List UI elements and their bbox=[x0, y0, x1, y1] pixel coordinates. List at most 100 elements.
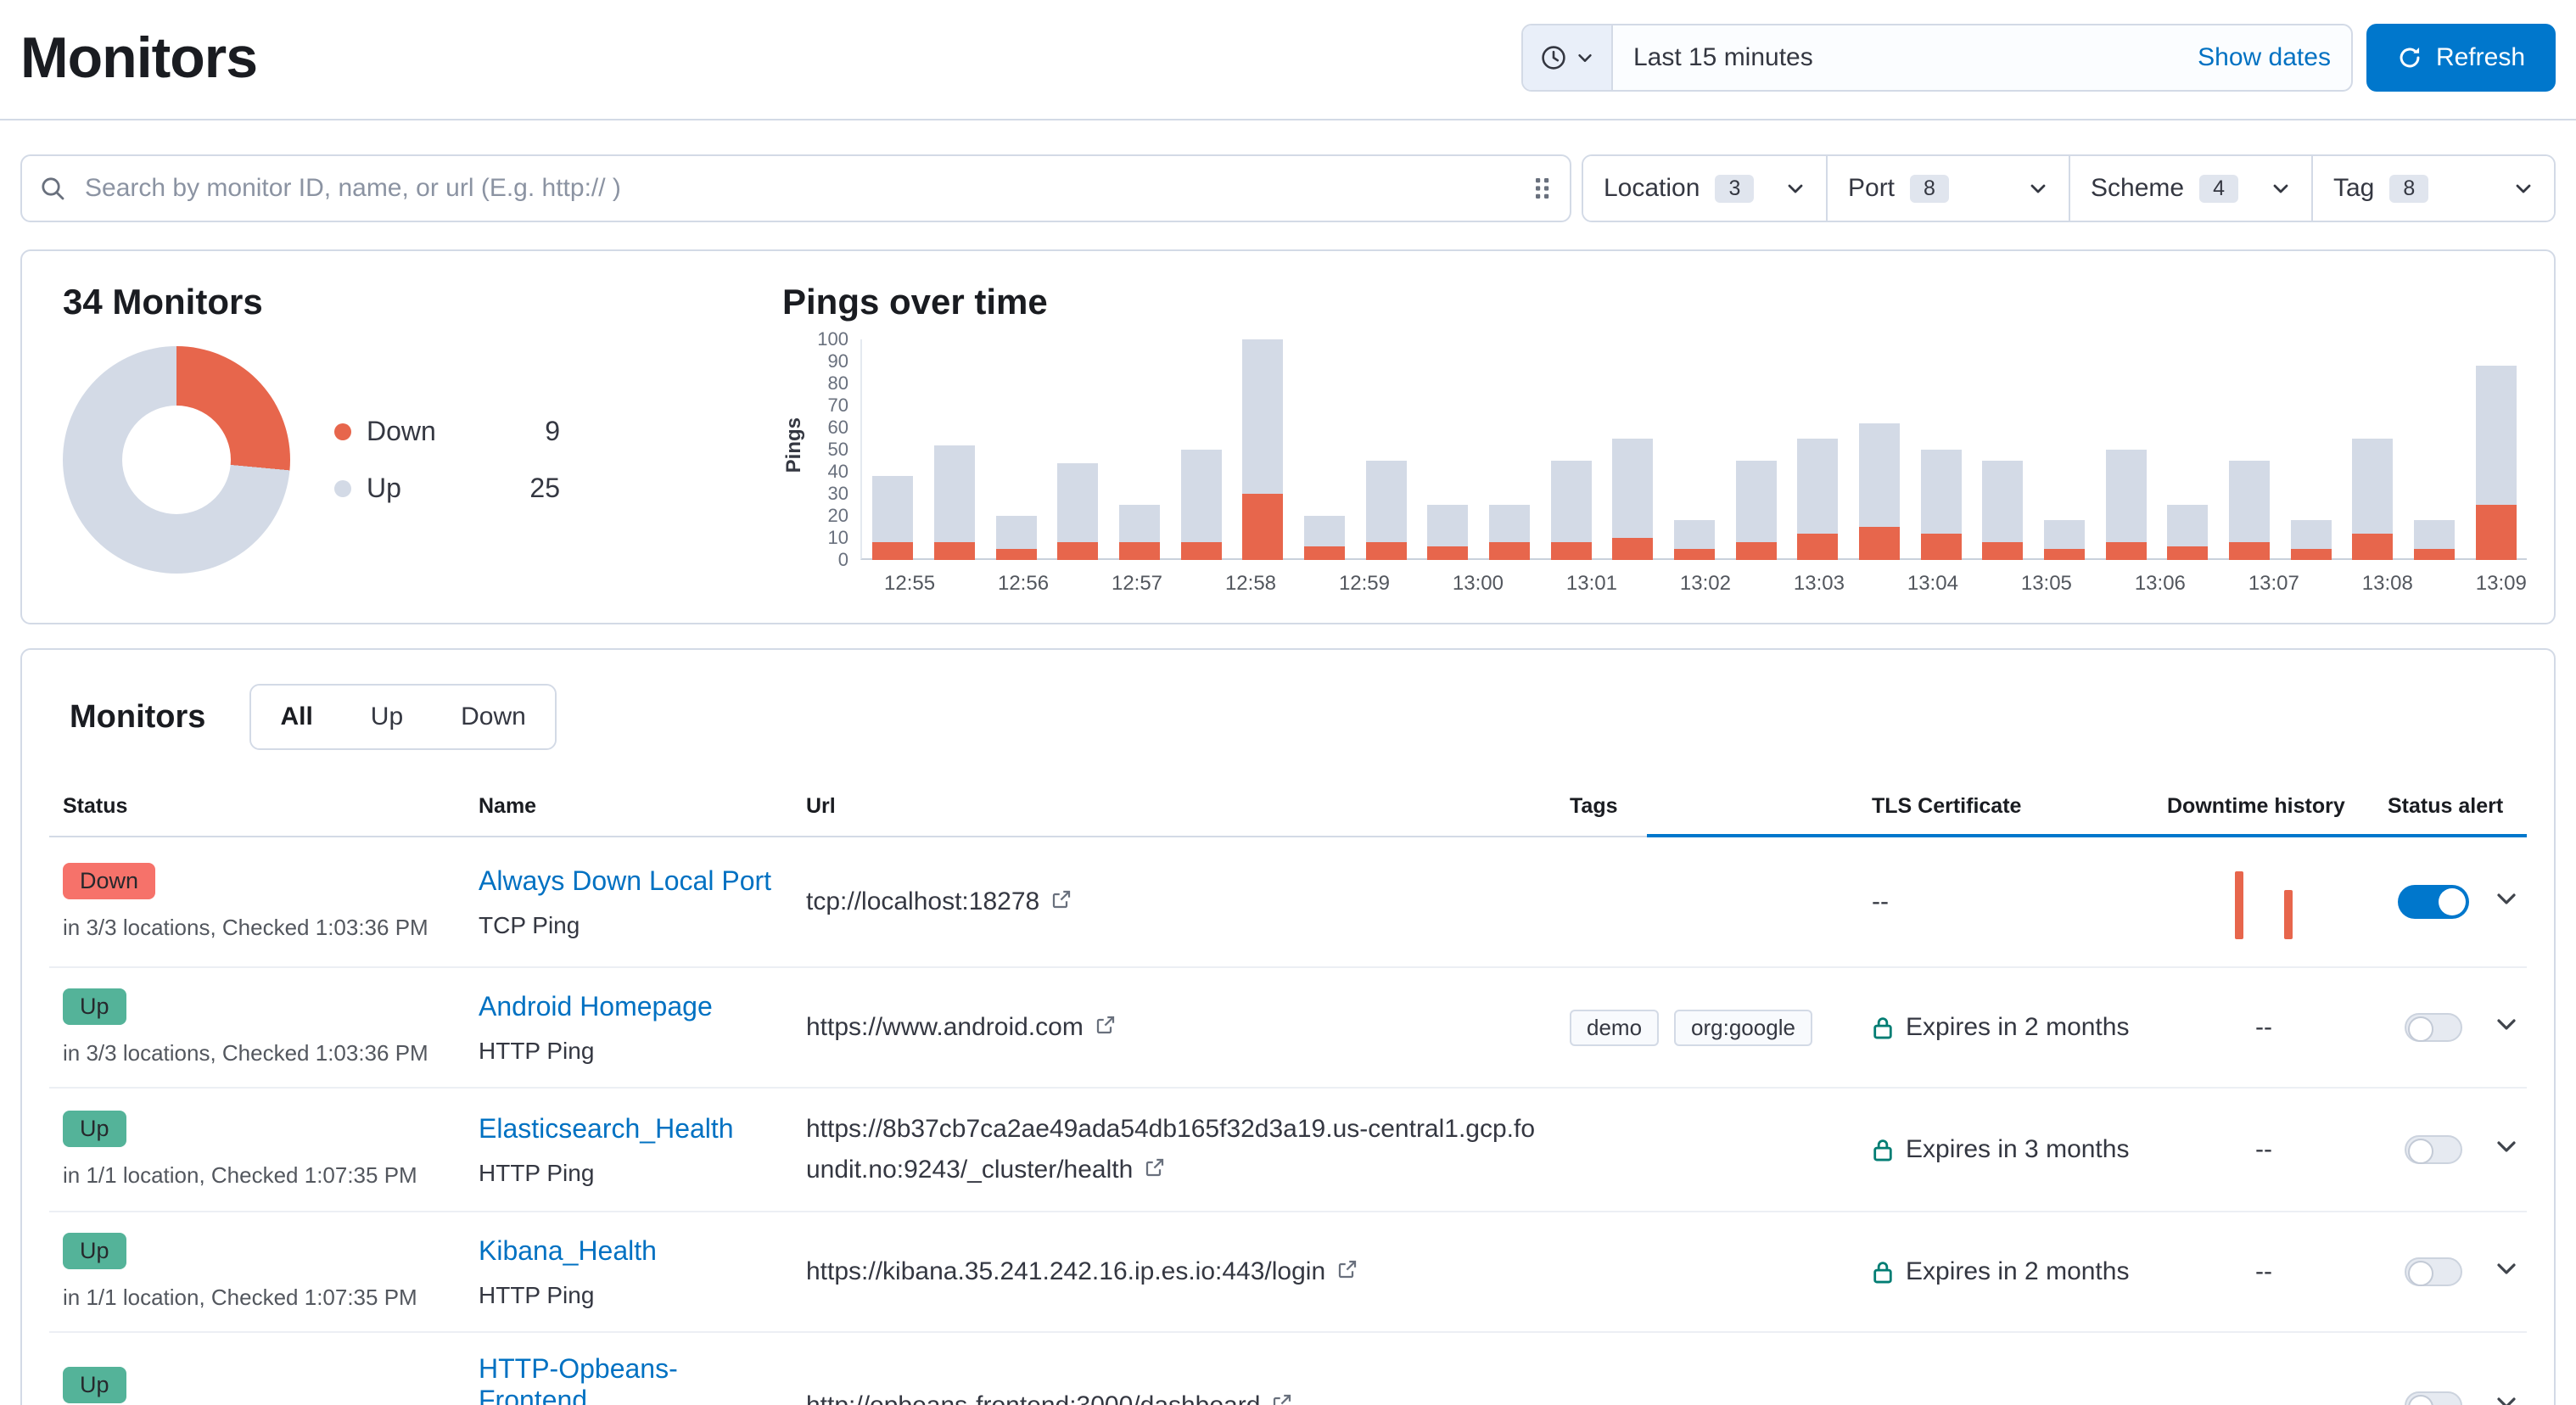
header-accent-line bbox=[1647, 834, 2527, 837]
ping-bar bbox=[2291, 520, 2332, 560]
tls-expiry: Expires in 2 months bbox=[1906, 1013, 2129, 1042]
expand-row-chevron-icon[interactable] bbox=[2493, 885, 2520, 912]
status-tab-up[interactable]: Up bbox=[342, 686, 432, 748]
column-header-status[interactable]: Status bbox=[49, 777, 465, 836]
legend-value: 9 bbox=[502, 416, 560, 447]
legend-dot bbox=[334, 480, 351, 497]
url-cell: https://kibana.35.241.242.16.ip.es.io:44… bbox=[792, 1231, 1556, 1313]
legend-item-down[interactable]: Down9 bbox=[334, 416, 560, 447]
status-alert-toggle[interactable] bbox=[2405, 1135, 2462, 1164]
status-alert-toggle[interactable] bbox=[2398, 885, 2469, 919]
filter-group: Location3 Port 8 Scheme 4 Tag8 bbox=[1582, 154, 2556, 222]
tags-cell: demo org:google bbox=[1556, 989, 1858, 1066]
monitor-type: HTTP Ping bbox=[479, 1038, 779, 1065]
column-header-downtime[interactable]: Downtime history bbox=[2153, 777, 2374, 836]
status-badge: Up bbox=[63, 1111, 126, 1147]
tags-cell bbox=[1556, 1385, 1858, 1405]
clock-icon bbox=[1540, 44, 1567, 71]
y-tick-label: 30 bbox=[828, 483, 848, 505]
expand-row-chevron-icon[interactable] bbox=[2493, 1010, 2520, 1038]
external-link-icon[interactable] bbox=[1095, 1007, 1116, 1048]
search-input[interactable] bbox=[81, 172, 1517, 204]
external-link-icon[interactable] bbox=[1272, 1385, 1292, 1405]
table-header-row: Status Name Url Tags TLS Certificate Dow… bbox=[49, 777, 2527, 837]
filter-label: Scheme bbox=[2091, 174, 2184, 203]
monitor-type: HTTP Ping bbox=[479, 1160, 779, 1187]
y-tick-label: 50 bbox=[828, 439, 848, 461]
status-alert-toggle[interactable] bbox=[2405, 1391, 2462, 1405]
monitor-name-link[interactable]: Kibana_Health bbox=[479, 1235, 657, 1267]
column-header-url[interactable]: Url bbox=[792, 777, 1556, 836]
show-dates-link[interactable]: Show dates bbox=[2177, 43, 2351, 72]
ping-bar bbox=[1674, 520, 1715, 560]
time-range-value[interactable]: Last 15 minutes bbox=[1613, 43, 2177, 72]
filter-button-tag[interactable]: Tag8 bbox=[2311, 156, 2554, 221]
filter-button-scheme[interactable]: Scheme 4 bbox=[2069, 156, 2311, 221]
filter-label: Port bbox=[1848, 174, 1895, 203]
monitor-url: https://www.android.com bbox=[806, 1013, 1084, 1041]
external-link-icon[interactable] bbox=[1337, 1251, 1358, 1292]
expand-row-chevron-icon[interactable] bbox=[2493, 1255, 2520, 1282]
monitors-table-title: Monitors bbox=[70, 699, 205, 736]
filter-count-badge: 4 bbox=[2199, 175, 2238, 203]
x-axis-ticks: 12:5512:5612:5712:5812:5913:0013:0113:02… bbox=[860, 560, 2527, 596]
external-link-icon[interactable] bbox=[1145, 1150, 1165, 1190]
external-link-icon[interactable] bbox=[1051, 882, 1072, 922]
y-tick-label: 60 bbox=[828, 417, 848, 439]
page-header: Monitors Last 15 minutes Show dates bbox=[0, 0, 2576, 120]
status-alert-toggle[interactable] bbox=[2405, 1013, 2462, 1042]
x-tick-label: 13:04 bbox=[1907, 572, 1958, 596]
time-quick-select-button[interactable] bbox=[1523, 25, 1613, 90]
refresh-button[interactable]: Refresh bbox=[2366, 24, 2556, 92]
legend-item-up[interactable]: Up25 bbox=[334, 473, 560, 504]
expand-cell bbox=[2493, 1234, 2530, 1309]
x-tick-label: 13:06 bbox=[2135, 572, 2186, 596]
status-tab-down[interactable]: Down bbox=[432, 686, 555, 748]
monitors-table-panel: Monitors AllUpDown Status Name Url Tags … bbox=[20, 648, 2556, 1405]
x-tick-label: 13:07 bbox=[2248, 572, 2299, 596]
checked-locations-text: in 3/3 locations, Checked 1:03:36 PM bbox=[63, 1040, 451, 1066]
column-header-tls[interactable]: TLS Certificate bbox=[1858, 777, 2153, 836]
expand-row-chevron-icon[interactable] bbox=[2493, 1389, 2520, 1405]
monitor-name-link[interactable]: HTTP-Opbeans-Frontend bbox=[479, 1353, 779, 1405]
chevron-down-icon bbox=[1785, 178, 1806, 199]
column-header-name[interactable]: Name bbox=[465, 777, 792, 836]
chevron-down-icon bbox=[2271, 178, 2291, 199]
filter-button-port[interactable]: Port 8 bbox=[1826, 156, 2069, 221]
ping-bar bbox=[2414, 520, 2455, 560]
downtime-sparkline bbox=[2235, 858, 2293, 939]
status-alert-toggle[interactable] bbox=[2405, 1257, 2462, 1286]
overview-panel: 34 Monitors Down9Up25 Pings over time Pi… bbox=[20, 249, 2556, 624]
table-row: Upin 1/1 location, Checked 1:07:35 PMEla… bbox=[49, 1089, 2527, 1212]
url-cell: tcp://localhost:18278 bbox=[792, 861, 1556, 943]
monitor-name-link[interactable]: Always Down Local Port bbox=[479, 865, 771, 897]
query-menu-icon[interactable] bbox=[1532, 176, 1553, 200]
lock-icon bbox=[1872, 1137, 1894, 1162]
x-tick-label: 12:57 bbox=[1112, 572, 1162, 596]
ping-bar bbox=[2167, 505, 2208, 560]
status-tab-all[interactable]: All bbox=[251, 686, 341, 748]
column-header-tags[interactable]: Tags bbox=[1556, 777, 1858, 836]
checked-locations-text: in 1/1 location, Checked 1:07:35 PM bbox=[63, 1285, 451, 1311]
status-cell: Upin 3/3 locations, Checked 1:07:38 PM bbox=[49, 1346, 465, 1405]
tls-cell: Expires in 3 months bbox=[1858, 1115, 2153, 1184]
filter-count-badge: 8 bbox=[1910, 175, 1949, 203]
column-header-status-alert[interactable]: Status alert bbox=[2374, 777, 2493, 836]
filter-button-location[interactable]: Location3 bbox=[1583, 156, 1826, 221]
checked-locations-text: in 3/3 locations, Checked 1:03:36 PM bbox=[63, 915, 451, 941]
monitor-name-link[interactable]: Android Homepage bbox=[479, 991, 713, 1022]
y-tick-label: 90 bbox=[828, 350, 848, 372]
downtime-value: -- bbox=[2255, 1013, 2272, 1041]
tag-badge[interactable]: demo bbox=[1570, 1010, 1659, 1046]
downtime-cell: -- bbox=[2153, 993, 2374, 1062]
monitor-name-link[interactable]: Elasticsearch_Health bbox=[479, 1113, 734, 1145]
expand-cell bbox=[2493, 865, 2530, 939]
legend-label: Up bbox=[367, 473, 465, 504]
tls-cell: -- bbox=[1858, 867, 2153, 937]
ping-bar bbox=[1489, 505, 1530, 560]
downtime-cell: -- bbox=[2153, 1371, 2374, 1405]
x-tick-label: 13:00 bbox=[1453, 572, 1504, 596]
y-tick-label: 80 bbox=[828, 372, 848, 395]
tag-badge[interactable]: org:google bbox=[1674, 1010, 1812, 1046]
expand-row-chevron-icon[interactable] bbox=[2493, 1133, 2520, 1160]
